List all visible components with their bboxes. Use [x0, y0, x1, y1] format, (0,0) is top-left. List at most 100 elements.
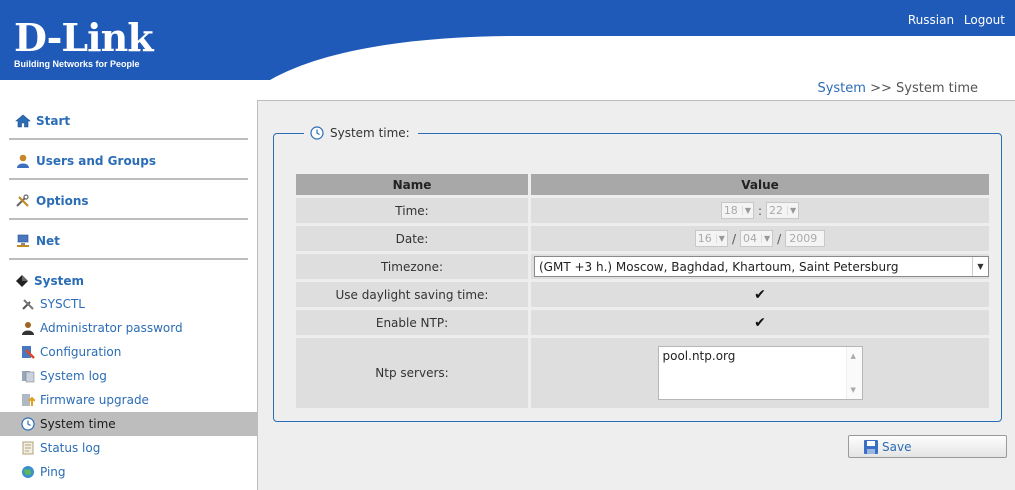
day-value: 16	[697, 232, 712, 245]
sidebar-item-firmware-label: Firmware upgrade	[40, 393, 149, 407]
panel-legend: System time:	[304, 126, 418, 140]
sidebar-item-net-label: Net	[36, 234, 60, 248]
ntp-servers-value: pool.ntp.org	[662, 349, 736, 363]
logout-link[interactable]: Logout	[964, 13, 1005, 27]
save-icon	[864, 439, 878, 454]
date-separator: /	[731, 231, 736, 246]
scroll-down-icon[interactable]: ▼	[851, 386, 856, 394]
ntp-servers-textarea[interactable]: pool.ntp.org ▲ ▼	[657, 346, 863, 400]
ntp-servers-cell: pool.ntp.org ▲ ▼	[531, 338, 989, 408]
sidebar-section-users: Users and Groups	[9, 140, 248, 180]
month-select[interactable]: 04 ▼	[740, 230, 774, 247]
panel-title: System time:	[330, 126, 410, 140]
date-separator: /	[777, 231, 782, 246]
date-value-cell: 16 ▼ / 04 ▼ / 2009	[531, 226, 989, 251]
timezone-value: (GMT +3 h.) Moscow, Baghdad, Khartoum, S…	[539, 259, 899, 274]
minute-value: 22	[769, 204, 784, 217]
sidebar-item-sysctl-label: SYSCTL	[40, 297, 85, 311]
time-value-cell: 18 ▼ : 22 ▼	[531, 198, 989, 223]
time-separator: :	[757, 203, 763, 218]
firmware-icon	[22, 394, 35, 406]
column-header-name: Name	[296, 174, 528, 195]
column-header-value: Value	[531, 174, 989, 195]
tools-icon	[16, 194, 29, 207]
sidebar-item-options[interactable]: Options	[15, 194, 89, 208]
logo-brand: D-Link	[14, 15, 154, 60]
sidebar-item-start[interactable]: Start	[15, 114, 70, 128]
sidebar-item-system-log-label: System log	[40, 369, 107, 383]
sidebar-item-system[interactable]: System	[15, 274, 248, 288]
timezone-label: Timezone:	[296, 254, 528, 279]
month-value: 04	[743, 232, 757, 245]
time-label: Time:	[296, 198, 528, 223]
time-controls: 18 ▼ : 22 ▼	[720, 202, 800, 219]
sidebar-item-system-time[interactable]: System time	[0, 412, 257, 436]
ntp-servers-label: Ntp servers:	[296, 338, 528, 408]
sidebar-section-start: Start	[9, 100, 248, 140]
year-input[interactable]: 2009	[785, 230, 826, 247]
sidebar-item-system-log[interactable]: System log	[0, 364, 257, 388]
sidebar: Start Users and Groups Options Net Syste…	[0, 100, 257, 490]
main-content: System time: Name Value Time: 18 ▼ : 22 ▼ …	[257, 100, 1015, 490]
system-submenu: SYSCTL Administrator password Configurat…	[0, 292, 257, 484]
breadcrumb-current: System time	[896, 81, 978, 96]
sidebar-item-ping-label: Ping	[40, 465, 66, 479]
network-icon	[17, 234, 29, 247]
top-links: Russian Logout	[902, 13, 1005, 27]
sidebar-item-status-log[interactable]: Status log	[0, 436, 257, 460]
sidebar-item-system-label: System	[34, 274, 84, 288]
minute-select[interactable]: 22 ▼	[766, 202, 800, 219]
daylight-saving-cell: ✔	[531, 282, 989, 307]
save-button-label: Save	[882, 439, 912, 454]
save-button[interactable]: Save	[848, 435, 1007, 458]
sidebar-item-start-label: Start	[36, 114, 71, 128]
admin-icon	[22, 322, 34, 335]
daylight-saving-checkbox[interactable]: ✔	[754, 287, 766, 303]
breadcrumb: System >> System time	[817, 81, 978, 96]
table-row-ntp-servers: Ntp servers: pool.ntp.org ▲ ▼	[296, 338, 989, 408]
chevron-down-icon: ▼	[761, 234, 770, 243]
system-time-panel: System time: Name Value Time: 18 ▼ : 22 ▼ …	[273, 126, 1002, 422]
ping-icon	[22, 466, 34, 478]
textarea-scrollbar[interactable]: ▲ ▼	[845, 347, 862, 399]
sidebar-item-sysctl[interactable]: SYSCTL	[0, 292, 257, 316]
sidebar-section-net: Net	[9, 220, 248, 260]
day-select[interactable]: 16 ▼	[694, 230, 728, 247]
sidebar-item-configuration[interactable]: Configuration	[0, 340, 257, 364]
sidebar-item-ping[interactable]: Ping	[0, 460, 257, 484]
table-row-date: Date: 16 ▼ / 04 ▼ / 2009	[296, 226, 989, 251]
enable-ntp-cell: ✔	[531, 310, 989, 335]
sidebar-item-configuration-label: Configuration	[40, 345, 122, 359]
hour-select[interactable]: 18 ▼	[720, 202, 754, 219]
sidebar-item-users-label: Users and Groups	[36, 154, 156, 168]
sidebar-section-options: Options	[9, 180, 248, 220]
enable-ntp-checkbox[interactable]: ✔	[754, 315, 766, 331]
table-row-enable-ntp: Enable NTP: ✔	[296, 310, 989, 335]
daylight-saving-label: Use daylight saving time:	[296, 282, 528, 307]
users-icon	[17, 154, 29, 168]
sidebar-item-administrator-password[interactable]: Administrator password	[0, 316, 257, 340]
system-icon	[16, 275, 28, 287]
hour-value: 18	[723, 204, 738, 217]
status-log-icon	[22, 441, 34, 455]
sidebar-item-users-and-groups[interactable]: Users and Groups	[15, 154, 156, 168]
table-row-daylight-saving: Use daylight saving time: ✔	[296, 282, 989, 307]
timezone-select[interactable]: (GMT +3 h.) Moscow, Baghdad, Khartoum, S…	[534, 256, 989, 277]
sidebar-item-net[interactable]: Net	[15, 234, 60, 248]
sidebar-item-firmware-upgrade[interactable]: Firmware upgrade	[0, 388, 257, 412]
date-controls: 16 ▼ / 04 ▼ / 2009	[694, 230, 826, 247]
sidebar-section-system: System SYSCTL Administrator password Con…	[0, 260, 257, 484]
language-russian-link[interactable]: Russian	[908, 13, 954, 27]
logo-tagline: Building Networks for People	[14, 59, 140, 69]
wrench-icon	[22, 299, 34, 310]
home-icon	[15, 114, 31, 128]
table-header-row: Name Value	[296, 174, 989, 195]
sidebar-item-options-label: Options	[36, 194, 89, 208]
breadcrumb-system-link[interactable]: System	[817, 81, 865, 96]
breadcrumb-separator: >>	[870, 81, 892, 96]
sidebar-item-system-time-label: System time	[40, 417, 116, 431]
dlink-logo: D-Link Building Networks for People	[14, 15, 154, 70]
date-label: Date:	[296, 226, 528, 251]
sidebar-item-admin-label: Administrator password	[40, 321, 183, 335]
scroll-up-icon[interactable]: ▲	[851, 352, 856, 360]
